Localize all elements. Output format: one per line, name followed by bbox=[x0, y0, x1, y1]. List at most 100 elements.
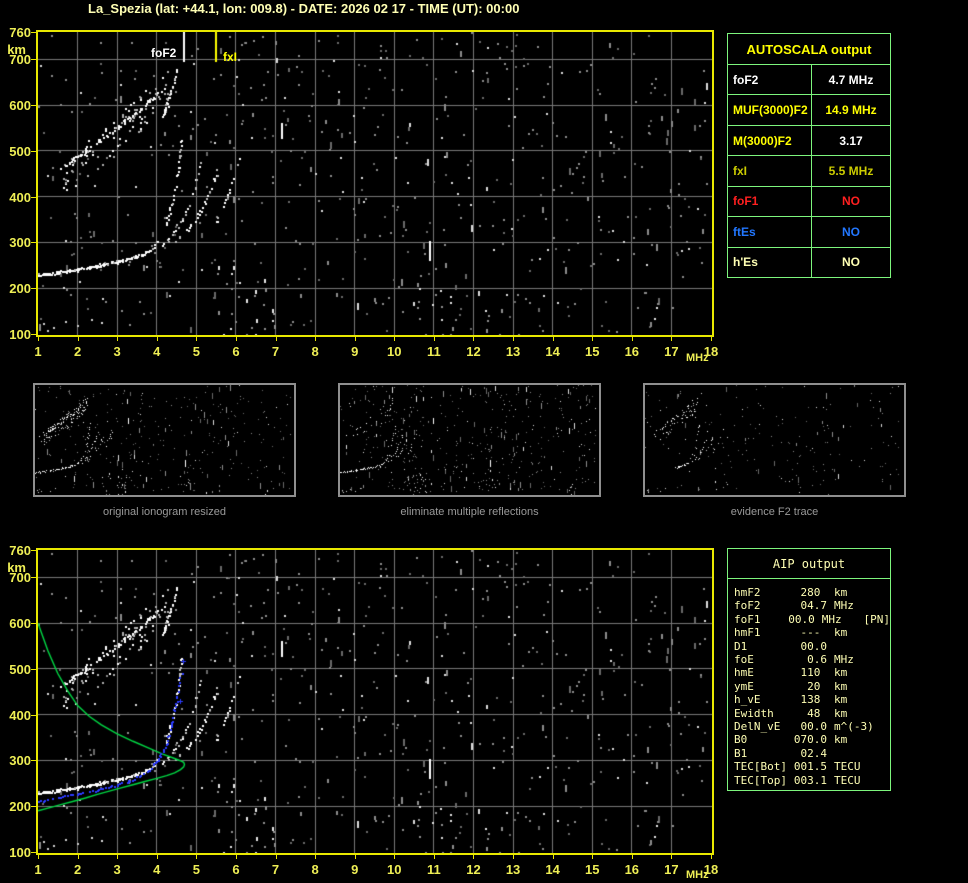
parameter-name: foF1 bbox=[734, 612, 761, 626]
y-tick-mark bbox=[31, 59, 36, 61]
autoscala-row: M(3000)F2 3.17 bbox=[728, 125, 890, 157]
y-tick-label: 300 bbox=[9, 235, 31, 251]
parameter-value: 110 bbox=[800, 666, 827, 680]
parameter-name: Ewidth bbox=[734, 706, 774, 720]
parameter-label: M(3000)F2 bbox=[728, 125, 812, 156]
x-tick-label: 14 bbox=[545, 344, 560, 359]
parameter-value: 003.1 bbox=[793, 773, 827, 787]
aip-table-rows: hmF2 280 km foF2 04.7 MHz foF1 00.0 MHz [PN] hmF1… bbox=[728, 579, 890, 787]
ionogram-plot-profile bbox=[36, 548, 714, 855]
autoscala-table-header: AUTOSCALA output bbox=[728, 34, 890, 65]
aip-row: B0 070.0 km bbox=[734, 733, 890, 746]
x-tick-label: 5 bbox=[192, 344, 200, 359]
y-tick-mark bbox=[31, 105, 36, 107]
autoscala-row: foF2 4.7 MHz bbox=[728, 65, 890, 96]
aip-row: foE 0.6 MHz bbox=[734, 653, 890, 666]
aip-row: hmF1 --- km bbox=[734, 626, 890, 639]
x-tick-label: 6 bbox=[232, 862, 240, 877]
x-tick-mark bbox=[433, 855, 435, 859]
y-tick-mark bbox=[31, 714, 36, 716]
x-tick-label: 10 bbox=[387, 862, 402, 877]
x-tick-mark bbox=[671, 855, 673, 859]
parameter-name: foE bbox=[734, 653, 754, 667]
parameter-unit bbox=[834, 747, 882, 760]
x-tick-mark bbox=[156, 855, 158, 859]
x-tick-label: 3 bbox=[113, 862, 121, 877]
parameter-unit: TECU bbox=[834, 760, 861, 774]
x-tick-mark bbox=[473, 855, 475, 859]
parameter-value: 14.9 MHz bbox=[825, 103, 877, 118]
y-tick-label: 200 bbox=[9, 799, 31, 815]
x-tick-label: 15 bbox=[585, 862, 600, 877]
parameter-unit: MHz bbox=[834, 599, 854, 613]
parameter-name: foF2 bbox=[734, 599, 761, 613]
autoscala-window: La_Spezia (lat: +44.1, lon: 009.8) - DAT… bbox=[0, 0, 968, 883]
x-tick-label: 12 bbox=[466, 344, 481, 359]
aip-row: ymE 20 km bbox=[734, 680, 890, 693]
x-tick-label: 16 bbox=[624, 344, 640, 359]
x-tick-mark bbox=[196, 337, 198, 341]
aip-row: TEC[Bot] 001.5 TECU bbox=[734, 760, 890, 773]
parameter-value: 138 bbox=[800, 693, 827, 707]
x-tick-mark bbox=[711, 855, 712, 859]
parameter-label: MUF(3000)F2 bbox=[728, 95, 812, 125]
x-tick-label: 6 bbox=[232, 344, 240, 359]
aip-row: foF2 04.7 MHz bbox=[734, 599, 890, 612]
y-tick-label: 760 bbox=[9, 25, 31, 40]
x-tick-label: 13 bbox=[505, 344, 521, 359]
autoscala-row: h'Es NO bbox=[728, 247, 890, 277]
parameter-name: B1 bbox=[734, 746, 748, 760]
x-tick-label: 9 bbox=[351, 862, 359, 877]
y-tick-label: 300 bbox=[9, 753, 31, 769]
x-tick-mark bbox=[77, 855, 79, 859]
y-tick-mark bbox=[31, 334, 36, 335]
x-tick-label: 14 bbox=[545, 862, 560, 877]
aip-table-header: AIP output bbox=[728, 549, 890, 579]
parameter-value: 001.5 bbox=[793, 760, 827, 774]
y-tick-mark bbox=[31, 668, 36, 670]
parameter-value: 00.0 bbox=[800, 720, 828, 734]
parameter-name: hmF2 bbox=[734, 586, 761, 599]
x-tick-mark bbox=[473, 337, 475, 341]
ionogram-canvas-main bbox=[38, 32, 712, 335]
x-tick-mark bbox=[117, 337, 119, 341]
autoscala-row: MUF(3000)F2 14.9 MHz bbox=[728, 95, 890, 126]
parameter-value: 3.17 bbox=[839, 133, 863, 148]
ionogram-canvas-profile bbox=[38, 550, 712, 853]
y-tick-mark bbox=[31, 852, 36, 853]
y-tick-label: 500 bbox=[9, 143, 31, 159]
parameter-name: hmE bbox=[734, 666, 754, 680]
parameter-unit: MHz bbox=[821, 612, 842, 626]
parameter-name: hmF1 bbox=[734, 626, 761, 640]
aip-row: foF1 00.0 MHz [PN] bbox=[734, 613, 890, 626]
y-tick-mark bbox=[31, 623, 36, 625]
y-tick-mark bbox=[31, 242, 36, 244]
parameter-unit: MHz bbox=[834, 653, 854, 667]
x-tick-mark bbox=[156, 337, 158, 341]
parameter-name: TEC[Bot] bbox=[734, 760, 787, 774]
x-tick-mark bbox=[513, 855, 515, 859]
x-tick-mark bbox=[235, 855, 237, 859]
x-tick-label: 2 bbox=[73, 862, 82, 877]
parameter-value: NO bbox=[842, 224, 860, 239]
aip-output-table: AIP output hmF2 280 km foF2 04.7 MHz foF1 00.0… bbox=[727, 548, 891, 791]
parameter-value: NO bbox=[842, 255, 860, 270]
x-tick-mark bbox=[394, 337, 396, 341]
parameter-unit: km bbox=[834, 679, 848, 693]
x-tick-label: 9 bbox=[351, 344, 359, 359]
x-tick-mark bbox=[631, 337, 633, 341]
parameter-name: DelN_vE bbox=[734, 720, 781, 734]
x-tick-mark bbox=[433, 337, 435, 341]
window-title: La_Spezia (lat: +44.1, lon: 009.8) - DAT… bbox=[88, 1, 520, 16]
x-tick-mark bbox=[275, 337, 277, 341]
parameter-unit: m^(-3) bbox=[834, 720, 874, 734]
x-tick-mark bbox=[394, 855, 396, 859]
aip-row: D1 00.0 bbox=[734, 640, 890, 653]
y-tick-label: 600 bbox=[9, 98, 31, 114]
x-tick-label: 11 bbox=[427, 862, 441, 877]
x-tick-mark bbox=[315, 855, 317, 859]
parameter-value: 04.7 bbox=[800, 599, 828, 613]
x-tick-mark bbox=[354, 337, 356, 341]
x-tick-label: 15 bbox=[585, 344, 600, 359]
x-tick-label: 8 bbox=[311, 862, 319, 877]
